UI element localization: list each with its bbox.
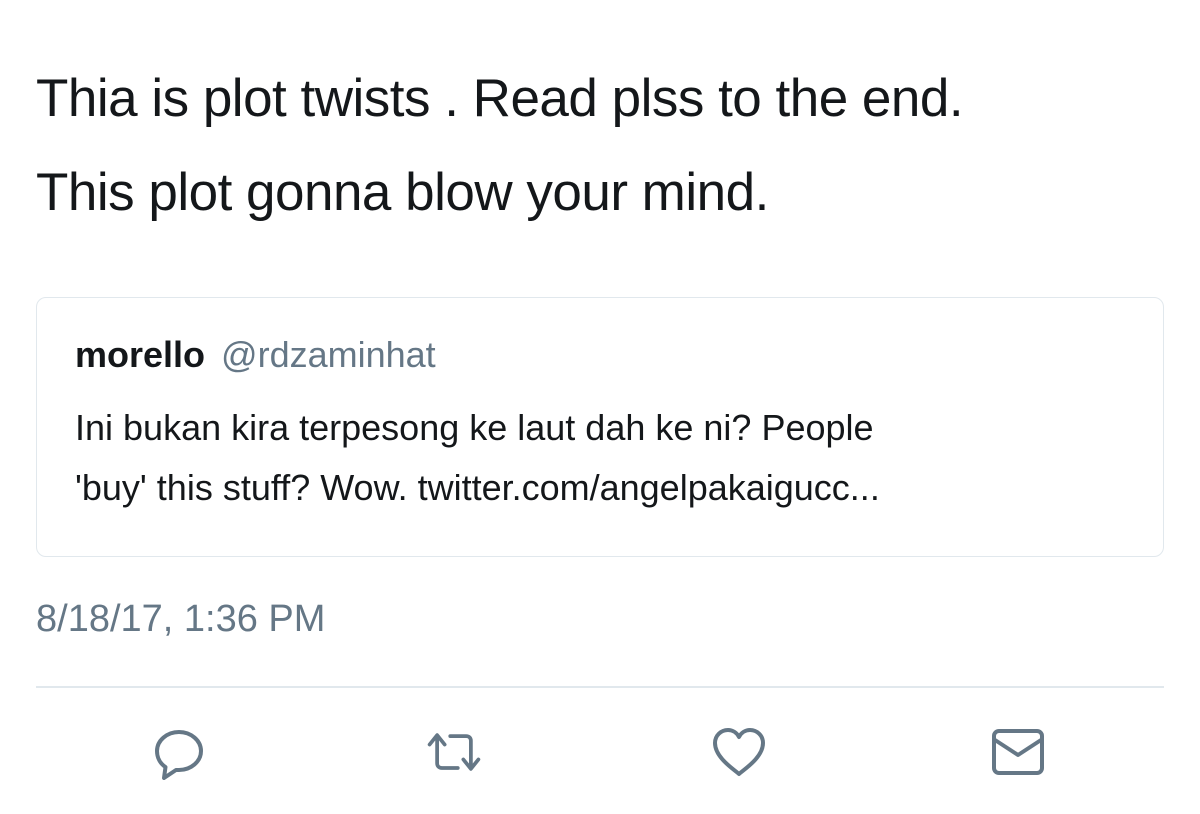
quoted-author-name[interactable]: morello [75,334,205,375]
reply-icon [155,730,203,780]
tweet-text-line: Thia is plot twists . Read plss to the e… [36,69,964,128]
quoted-text-line: 'buy' this stuff? Wow. twitter.com/angel… [75,467,880,508]
heart-icon [713,728,765,776]
quoted-tweet-card[interactable]: morello @rdzaminhat Ini bukan kira terpe… [36,297,1164,557]
reply-button[interactable] [149,722,209,782]
direct-message-button[interactable] [988,722,1048,782]
quoted-tweet-header: morello @rdzaminhat [75,334,436,376]
retweet-icon [427,733,481,771]
envelope-icon [992,729,1044,775]
quoted-text-line: Ini bukan kira terpesong ke laut dah ke … [75,407,874,448]
tweet-text: Thia is plot twists . Read plss to the e… [36,52,1166,240]
tweet-text-line: This plot gonna blow your mind. [36,163,769,222]
divider [36,686,1164,688]
retweet-button[interactable] [424,722,484,782]
quoted-author-handle[interactable]: @rdzaminhat [221,334,436,375]
tweet-timestamp: 8/18/17, 1:36 PM [36,598,326,640]
like-button[interactable] [709,722,769,782]
quoted-tweet-text: Ini bukan kira terpesong ke laut dah ke … [75,398,1135,518]
